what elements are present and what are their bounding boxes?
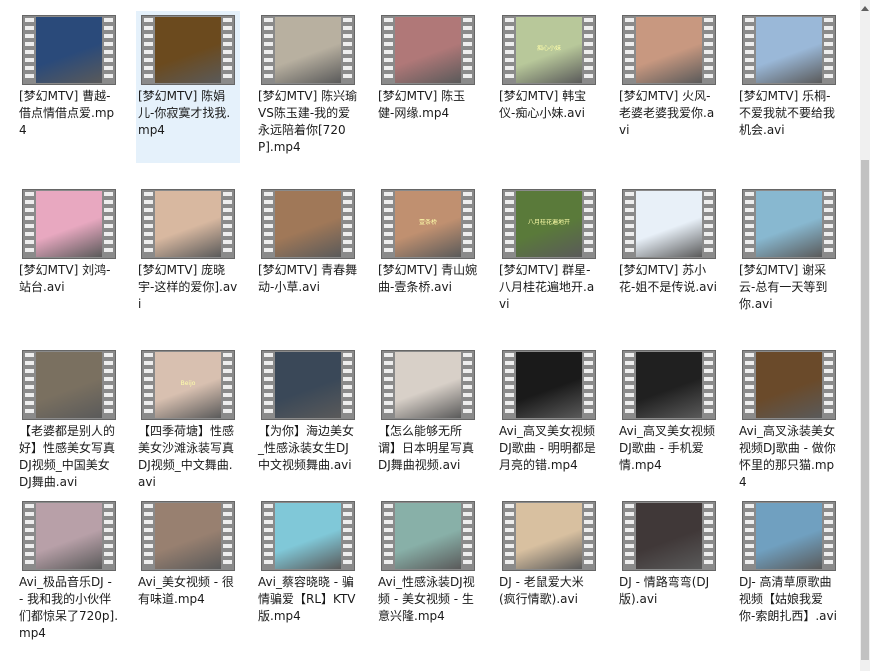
video-thumbnail-icon (502, 501, 596, 571)
file-name-label: Avi_美女视频 - 很有味道.mp4 (138, 575, 234, 606)
file-name-label: DJ- 高清草原歌曲视频【姑娘我爱你-索朗扎西】.avi (739, 575, 837, 623)
video-thumbnail-icon (22, 350, 116, 420)
file-name-label: [梦幻MTV] 陈娟儿-你寂寞才找我.mp4 (138, 89, 231, 137)
file-name-label: 【四季荷塘】性感美女沙滩泳装写真DJ视频_中文舞曲.avi (138, 424, 235, 489)
vertical-scrollbar[interactable] (860, 0, 870, 671)
file-item[interactable]: [梦幻MTV] 青春舞动-小草.avi (256, 185, 360, 300)
video-thumbnail-icon (22, 15, 116, 85)
video-thumbnail-icon (261, 15, 355, 85)
file-name-label: [梦幻MTV] 陈兴瑜VS陈玉建-我的爱永远陪着你[720P].mp4 (258, 89, 358, 154)
video-thumbnail-icon (622, 350, 716, 420)
scrollbar-thumb[interactable] (861, 160, 869, 660)
file-item[interactable]: DJ- 高清草原歌曲视频【姑娘我爱你-索朗扎西】.avi (737, 497, 841, 629)
file-name-label: Avi_高叉美女视频DJ歌曲 - 明明都是月亮的错.mp4 (499, 424, 596, 472)
file-name-label: [梦幻MTV] 火风-老婆老婆我爱你.avi (619, 89, 715, 137)
thumbnail-caption: 八月桂花遍地开 (527, 219, 570, 226)
file-item[interactable]: DJ - 老鼠爱大米(疯行情歌).avi (497, 497, 601, 612)
file-grid: [梦幻MTV] 曹越-借点情借点爱.mp4 [梦幻MTV] 陈娟儿-你寂寞才找我.… (0, 0, 860, 671)
video-thumbnail-icon (381, 501, 475, 571)
scroll-up-arrow-icon[interactable] (861, 6, 869, 11)
file-name-label: Avi_高叉美女视频DJ歌曲 - 手机爱情.mp4 (619, 424, 715, 472)
file-name-label: [梦幻MTV] 青山婉曲-壹条桥.avi (378, 263, 478, 294)
file-item[interactable]: Avi_高叉美女视频DJ歌曲 - 手机爱情.mp4 (617, 346, 721, 478)
thumbnail-caption: Beijo (180, 380, 196, 387)
file-name-label: [梦幻MTV] 庞晓宇-这样的爱你].avi (138, 263, 238, 311)
file-item[interactable]: Beijo 【四季荷塘】性感美女沙滩泳装写真DJ视频_中文舞曲.avi (136, 346, 240, 495)
video-thumbnail-icon (622, 501, 716, 571)
file-name-label: Avi_性感泳装DJ视频 - 美女视频 - 生意兴隆.mp4 (378, 575, 475, 623)
file-name-label: Avi_高叉泳装美女视频DJ歌曲 - 做你怀里的那只猫.mp4 (739, 424, 836, 489)
file-item[interactable]: 【怎么能够无所谓】日本明星写真DJ舞曲视频.avi (376, 346, 480, 478)
file-name-label: [梦幻MTV] 陈玉健-网缘.mp4 (378, 89, 466, 120)
video-thumbnail-icon (22, 501, 116, 571)
file-item[interactable]: Avi_高叉泳装美女视频DJ歌曲 - 做你怀里的那只猫.mp4 (737, 346, 841, 495)
file-item[interactable]: [梦幻MTV] 乐桐-不爱我就不要给我机会.avi (737, 11, 841, 143)
file-name-label: [梦幻MTV] 韩宝仪-痴心小妹.avi (499, 89, 587, 120)
video-thumbnail-icon (381, 15, 475, 85)
file-item[interactable]: Avi_美女视频 - 很有味道.mp4 (136, 497, 240, 612)
video-thumbnail-icon (141, 189, 235, 259)
video-thumbnail-icon (742, 501, 836, 571)
video-thumbnail-icon (261, 189, 355, 259)
file-name-label: [梦幻MTV] 群星-八月桂花遍地开.avi (499, 263, 595, 311)
video-thumbnail-icon (622, 189, 716, 259)
file-item[interactable]: DJ - 情路弯弯(DJ版).avi (617, 497, 721, 612)
file-name-label: 【为你】海边美女_性感泳装女生DJ中文视频舞曲.avi (258, 424, 355, 472)
file-item[interactable]: [梦幻MTV] 苏小花-姐不是传说.avi (617, 185, 721, 300)
video-thumbnail-icon (622, 15, 716, 85)
video-thumbnail-icon (261, 501, 355, 571)
video-thumbnail-icon: Beijo (141, 350, 235, 420)
video-thumbnail-icon: 壹条桥 (381, 189, 475, 259)
file-item[interactable]: [梦幻MTV] 谢采云-总有一天等到你.avi (737, 185, 841, 317)
file-item[interactable]: [梦幻MTV] 庞晓宇-这样的爱你].avi (136, 185, 240, 317)
file-name-label: DJ - 老鼠爱大米(疯行情歌).avi (499, 575, 584, 606)
file-name-label: [梦幻MTV] 曹越-借点情借点爱.mp4 (19, 89, 115, 137)
file-name-label: Avi_蔡容晓晓 - 骗情骗爱【RL】KTV版.mp4 (258, 575, 356, 623)
file-item[interactable]: Avi_性感泳装DJ视频 - 美女视频 - 生意兴隆.mp4 (376, 497, 480, 629)
file-name-label: [梦幻MTV] 乐桐-不爱我就不要给我机会.avi (739, 89, 836, 137)
file-item[interactable]: [梦幻MTV] 陈娟儿-你寂寞才找我.mp4 (136, 11, 240, 163)
file-item[interactable]: [梦幻MTV] 刘鸿-站台.avi (17, 185, 121, 300)
file-item[interactable]: 痴心小妹 [梦幻MTV] 韩宝仪-痴心小妹.avi (497, 11, 601, 126)
file-item[interactable]: [梦幻MTV] 曹越-借点情借点爱.mp4 (17, 11, 121, 143)
video-thumbnail-icon (742, 189, 836, 259)
video-thumbnail-icon (502, 350, 596, 420)
video-thumbnail-icon (141, 501, 235, 571)
file-name-label: [梦幻MTV] 谢采云-总有一天等到你.avi (739, 263, 828, 311)
video-thumbnail-icon (141, 15, 235, 85)
file-name-label: 【老婆都是别人的好】性感美女写真DJ视频_中国美女DJ舞曲.avi (19, 424, 116, 489)
video-thumbnail-icon (742, 350, 836, 420)
thumbnail-caption: 壹条桥 (418, 219, 437, 226)
file-name-label: Avi_极品音乐DJ - - 我和我的小伙伴们都惊呆了720p].mp4 (19, 575, 119, 640)
file-item[interactable]: [梦幻MTV] 火风-老婆老婆我爱你.avi (617, 11, 721, 143)
video-thumbnail-icon (381, 350, 475, 420)
file-item[interactable]: [梦幻MTV] 陈兴瑜VS陈玉建-我的爱永远陪着你[720P].mp4 (256, 11, 360, 160)
file-item[interactable]: Avi_蔡容晓晓 - 骗情骗爱【RL】KTV版.mp4 (256, 497, 360, 629)
file-name-label: [梦幻MTV] 青春舞动-小草.avi (258, 263, 358, 294)
file-name-label: 【怎么能够无所谓】日本明星写真DJ舞曲视频.avi (378, 424, 475, 472)
file-item[interactable]: 【老婆都是别人的好】性感美女写真DJ视频_中国美女DJ舞曲.avi (17, 346, 121, 495)
video-thumbnail-icon (261, 350, 355, 420)
file-item[interactable]: 壹条桥 [梦幻MTV] 青山婉曲-壹条桥.avi (376, 185, 480, 300)
file-name-label: [梦幻MTV] 刘鸿-站台.avi (19, 263, 111, 294)
file-item[interactable]: 八月桂花遍地开 [梦幻MTV] 群星-八月桂花遍地开.avi (497, 185, 601, 317)
video-thumbnail-icon (22, 189, 116, 259)
video-thumbnail-icon: 八月桂花遍地开 (502, 189, 596, 259)
file-item[interactable]: Avi_极品音乐DJ - - 我和我的小伙伴们都惊呆了720p].mp4 (17, 497, 121, 646)
file-item[interactable]: 【为你】海边美女_性感泳装女生DJ中文视频舞曲.avi (256, 346, 360, 478)
video-thumbnail-icon: 痴心小妹 (502, 15, 596, 85)
file-name-label: DJ - 情路弯弯(DJ版).avi (619, 575, 710, 606)
file-item[interactable]: Avi_高叉美女视频DJ歌曲 - 明明都是月亮的错.mp4 (497, 346, 601, 478)
thumbnail-caption: 痴心小妹 (536, 45, 561, 52)
file-name-label: [梦幻MTV] 苏小花-姐不是传说.avi (619, 263, 717, 294)
video-thumbnail-icon (742, 15, 836, 85)
file-item[interactable]: [梦幻MTV] 陈玉健-网缘.mp4 (376, 11, 480, 126)
